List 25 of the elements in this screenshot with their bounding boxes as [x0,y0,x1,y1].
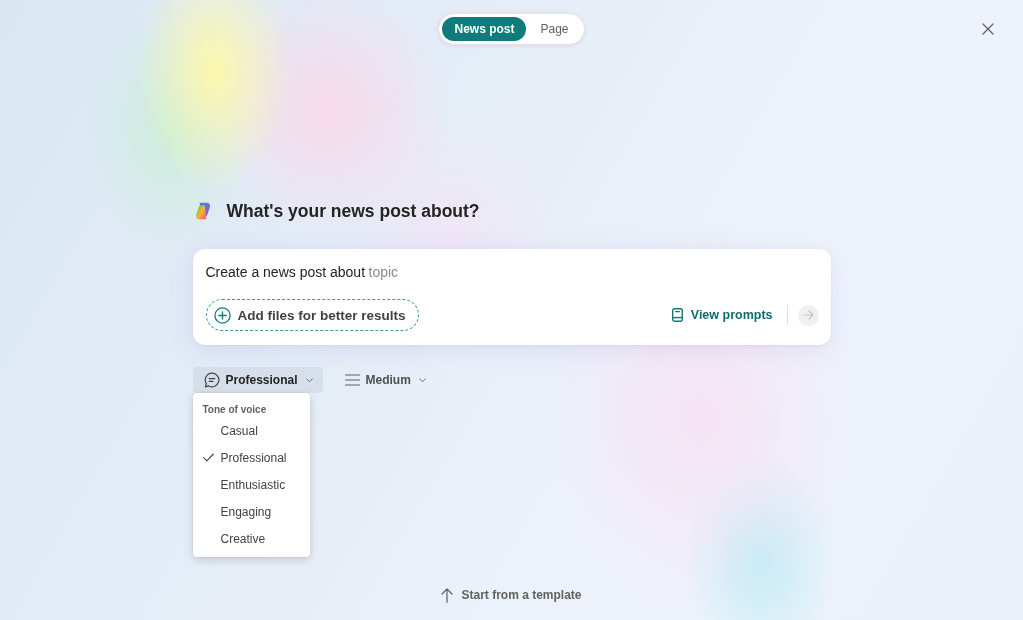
arrow-right-icon [802,310,814,320]
arrow-up-icon [441,587,454,603]
template-link[interactable]: Start from a template [435,584,588,606]
view-prompts-button[interactable]: View prompts [667,301,777,329]
menu-item[interactable]: Creative [192,525,310,553]
menu-item[interactable]: Enthusiastic [192,471,310,499]
menu-item[interactable]: Professional [192,444,310,472]
dropdown-button[interactable]: Professional [192,367,323,393]
menu-header: Tone of voice [201,403,268,417]
heading: What's your news post about? [226,200,480,222]
add-files-button[interactable]: Add files for better results [205,299,419,331]
plus-circle-icon [213,306,231,324]
prompt-field[interactable]: Create a news post about topic [205,263,819,282]
notebook-icon [671,308,683,322]
close-icon [982,23,994,35]
mode-tab[interactable]: Page [528,17,581,41]
speech-bubble-icon [203,372,220,388]
menu-item[interactable]: Engaging [192,498,310,526]
chevron-down-icon [305,377,313,383]
check-icon [202,453,214,463]
text-lines-icon [344,374,360,386]
dropdown-button[interactable]: Medium [333,367,436,393]
chevron-down-icon [418,377,426,383]
mode-tab[interactable]: News post [442,17,527,41]
menu-item[interactable]: Casual [192,417,310,445]
